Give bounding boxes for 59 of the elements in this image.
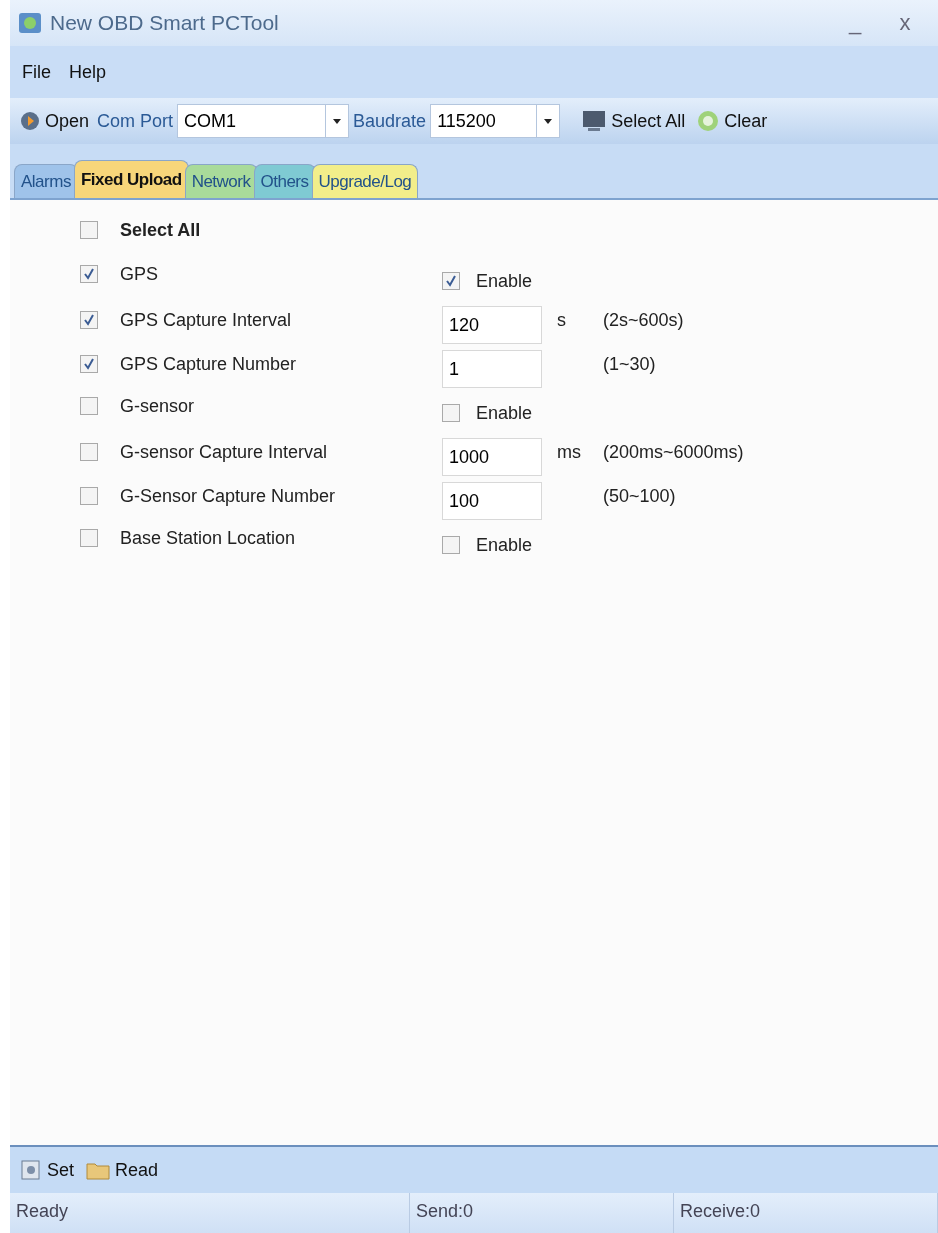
range-label: (50~100) <box>603 485 677 507</box>
select-all-button[interactable]: Select All <box>578 108 690 134</box>
range-label: (2s~600s) <box>603 309 685 331</box>
option-label: GPS <box>120 263 158 285</box>
input-field[interactable]: 1 <box>442 350 542 388</box>
enable-label: Enable <box>476 402 533 424</box>
status-text: Send:0 <box>410 1193 674 1233</box>
checkbox[interactable] <box>80 221 98 239</box>
minimize-button[interactable]: _ <box>830 9 880 37</box>
tab[interactable]: Fixed Upload <box>73 160 189 198</box>
option-label: GPS Capture Number <box>120 353 297 375</box>
status-text: Ready <box>10 1193 410 1233</box>
tab[interactable]: Upgrade/Log <box>311 164 419 198</box>
option-label: G-sensor Capture Interval <box>120 441 328 463</box>
enable-checkbox[interactable] <box>442 404 460 422</box>
range-label: (200ms~6000ms) <box>603 441 745 463</box>
option-label: G-Sensor Capture Number <box>120 485 336 507</box>
option-label: G-sensor <box>120 395 195 417</box>
tab[interactable]: Others <box>253 164 316 198</box>
open-button[interactable]: Open <box>16 108 94 134</box>
play-icon <box>20 111 40 131</box>
tab[interactable]: Network <box>184 164 258 198</box>
status-text: Receive:0 <box>674 1193 938 1233</box>
enable-label: Enable <box>476 270 533 292</box>
checkbox[interactable] <box>80 397 98 415</box>
caret-icon <box>333 118 342 124</box>
checkbox[interactable] <box>80 265 98 283</box>
option-label: GPS Capture Interval <box>120 309 292 331</box>
baudrate-label: Baudrate <box>353 110 427 132</box>
clear-button[interactable]: Clear <box>693 108 772 134</box>
monitor-icon <box>582 110 607 132</box>
com-port-label: Com Port <box>97 110 174 132</box>
baudrate-dropdown[interactable]: 115200 <box>430 104 561 138</box>
app-icon <box>18 12 42 34</box>
close-button[interactable]: x <box>880 9 930 37</box>
com-port-dropdown[interactable]: COM1 <box>177 104 350 138</box>
enable-checkbox[interactable] <box>442 536 460 554</box>
input-field[interactable]: 100 <box>442 482 542 520</box>
unit-label: ms <box>557 441 581 462</box>
caret-icon <box>544 118 553 124</box>
option-label: Select All <box>120 219 201 241</box>
enable-label: Enable <box>476 534 533 556</box>
unit-label: s <box>557 309 566 330</box>
window-title: New OBD Smart PCTool <box>50 11 280 35</box>
folder-icon <box>86 1160 111 1180</box>
read-button[interactable]: Read <box>82 1157 163 1183</box>
input-field[interactable]: 1000 <box>442 438 542 476</box>
option-label: Base Station Location <box>120 527 296 549</box>
menu-item[interactable]: File <box>16 57 57 87</box>
menu-item[interactable]: Help <box>63 57 113 87</box>
checkbox[interactable] <box>80 355 98 373</box>
checkbox[interactable] <box>80 487 98 505</box>
enable-checkbox[interactable] <box>442 272 460 290</box>
input-field[interactable]: 120 <box>442 306 542 344</box>
checkbox[interactable] <box>80 443 98 461</box>
range-label: (1~30) <box>603 353 657 375</box>
checkbox[interactable] <box>80 311 98 329</box>
checkbox[interactable] <box>80 529 98 547</box>
set-button[interactable]: Set <box>16 1157 79 1183</box>
